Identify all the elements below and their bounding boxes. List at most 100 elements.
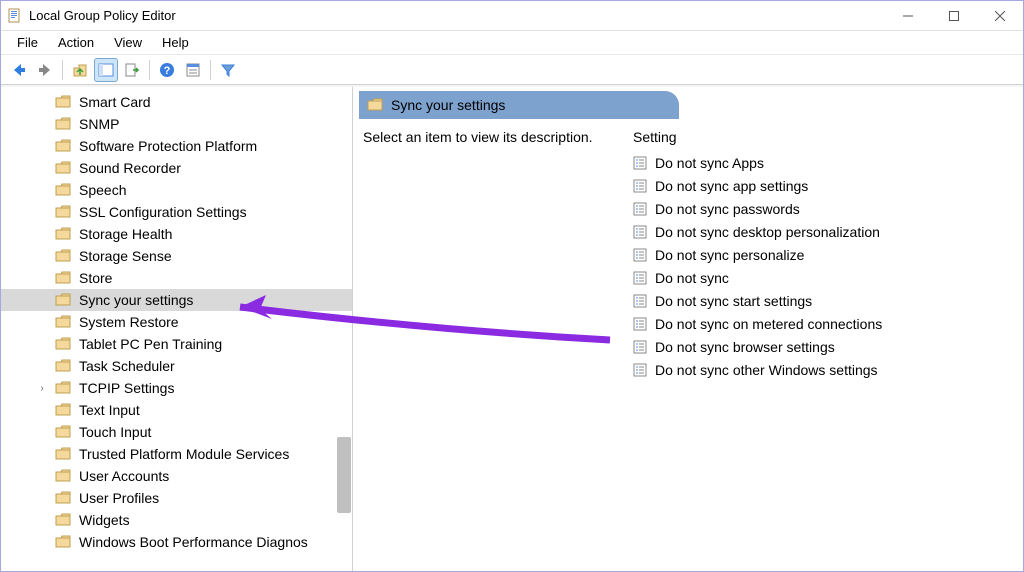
menu-view[interactable]: View (104, 33, 152, 52)
tree-item-label: Tablet PC Pen Training (79, 336, 222, 352)
menu-action[interactable]: Action (48, 33, 104, 52)
folder-icon (55, 161, 73, 175)
folder-icon (55, 381, 73, 395)
folder-icon (55, 205, 73, 219)
tree-item-label: SNMP (79, 116, 119, 132)
tree-item[interactable]: Software Protection Platform (1, 135, 352, 157)
setting-label: Do not sync desktop personalization (655, 224, 880, 240)
menubar: File Action View Help (1, 31, 1023, 55)
setting-item[interactable]: Do not sync Apps (629, 151, 1017, 174)
setting-label: Do not sync passwords (655, 201, 800, 217)
policy-icon (633, 294, 649, 308)
toolbar-separator (149, 60, 150, 80)
menu-file[interactable]: File (7, 33, 48, 52)
tree-item-label: Store (79, 270, 112, 286)
show-tree-button[interactable] (94, 58, 118, 82)
minimize-button[interactable] (885, 1, 931, 31)
tree-item[interactable]: Windows Boot Performance Diagnos (1, 531, 352, 553)
folder-icon (55, 95, 73, 109)
content-header-title: Sync your settings (391, 97, 505, 113)
toolbar-separator (62, 60, 63, 80)
export-button[interactable] (120, 58, 144, 82)
setting-item[interactable]: Do not sync (629, 266, 1017, 289)
folder-icon (55, 425, 73, 439)
policy-icon (633, 248, 649, 262)
setting-item[interactable]: Do not sync on metered connections (629, 312, 1017, 335)
folder-icon (55, 183, 73, 197)
tree-item-label: User Profiles (79, 490, 159, 506)
folder-icon (367, 98, 383, 112)
folder-icon (55, 535, 73, 549)
description-text: Select an item to view its description. (359, 127, 609, 381)
tree-item[interactable]: Storage Health (1, 223, 352, 245)
menu-help[interactable]: Help (152, 33, 199, 52)
back-button[interactable] (7, 58, 31, 82)
setting-item[interactable]: Do not sync start settings (629, 289, 1017, 312)
setting-item[interactable]: Do not sync app settings (629, 174, 1017, 197)
tree-item[interactable]: SSL Configuration Settings (1, 201, 352, 223)
setting-label: Do not sync browser settings (655, 339, 835, 355)
tree-item-label: Windows Boot Performance Diagnos (79, 534, 308, 550)
tree-item[interactable]: User Accounts (1, 465, 352, 487)
tree-pane[interactable]: Smart Card SNMP Software Protection Platfo… (1, 87, 353, 571)
setting-label: Do not sync start settings (655, 293, 812, 309)
tree-item[interactable]: User Profiles (1, 487, 352, 509)
content-pane: Sync your settings Select an item to vie… (353, 87, 1023, 571)
main-split: Smart Card SNMP Software Protection Platfo… (1, 85, 1023, 571)
tree-item[interactable]: Store (1, 267, 352, 289)
tree-item-label: SSL Configuration Settings (79, 204, 247, 220)
scrollbar-thumb[interactable] (337, 437, 351, 513)
tree-item[interactable]: Trusted Platform Module Services (1, 443, 352, 465)
setting-item[interactable]: Do not sync other Windows settings (629, 358, 1017, 381)
folder-icon (55, 447, 73, 461)
folder-icon (55, 117, 73, 131)
tree-item[interactable]: Touch Input (1, 421, 352, 443)
tree-item[interactable]: Smart Card (1, 91, 352, 113)
folder-icon (55, 469, 73, 483)
setting-item[interactable]: Do not sync browser settings (629, 335, 1017, 358)
tree-item-label: Widgets (79, 512, 130, 528)
policy-icon (633, 271, 649, 285)
policy-icon (633, 179, 649, 193)
tree-item[interactable]: Widgets (1, 509, 352, 531)
tree-item[interactable]: Speech (1, 179, 352, 201)
titlebar: Local Group Policy Editor (1, 1, 1023, 31)
tree-item[interactable]: Sound Recorder (1, 157, 352, 179)
filter-button[interactable] (216, 58, 240, 82)
setting-item[interactable]: Do not sync desktop personalization (629, 220, 1017, 243)
toolbar: ? (1, 55, 1023, 85)
tree-item[interactable]: System Restore (1, 311, 352, 333)
column-header-setting[interactable]: Setting (629, 127, 1017, 151)
forward-button[interactable] (33, 58, 57, 82)
tree-item[interactable]: Task Scheduler (1, 355, 352, 377)
tree-item-label: Text Input (79, 402, 140, 418)
tree-item-label: System Restore (79, 314, 179, 330)
setting-label: Do not sync other Windows settings (655, 362, 878, 378)
up-button[interactable] (68, 58, 92, 82)
maximize-button[interactable] (931, 1, 977, 31)
tree-item[interactable]: Text Input (1, 399, 352, 421)
tree-item-label: Task Scheduler (79, 358, 175, 374)
properties-button[interactable] (181, 58, 205, 82)
tree-item[interactable]: SNMP (1, 113, 352, 135)
policy-icon (633, 225, 649, 239)
tree-item-label: Storage Health (79, 226, 172, 242)
setting-label: Do not sync (655, 270, 729, 286)
setting-item[interactable]: Do not sync passwords (629, 197, 1017, 220)
folder-icon (55, 315, 73, 329)
close-button[interactable] (977, 1, 1023, 31)
tree-item[interactable]: Sync your settings (1, 289, 352, 311)
setting-item[interactable]: Do not sync personalize (629, 243, 1017, 266)
tree-item[interactable]: Storage Sense (1, 245, 352, 267)
folder-icon (55, 227, 73, 241)
tree-item[interactable]: ›TCPIP Settings (1, 377, 352, 399)
tree-item-label: Smart Card (79, 94, 151, 110)
policy-icon (633, 202, 649, 216)
svg-text:?: ? (164, 65, 171, 77)
expand-icon[interactable]: › (35, 383, 49, 394)
policy-icon (633, 156, 649, 170)
help-button[interactable]: ? (155, 58, 179, 82)
policy-icon (633, 317, 649, 331)
tree-item-label: Touch Input (79, 424, 151, 440)
tree-item[interactable]: Tablet PC Pen Training (1, 333, 352, 355)
